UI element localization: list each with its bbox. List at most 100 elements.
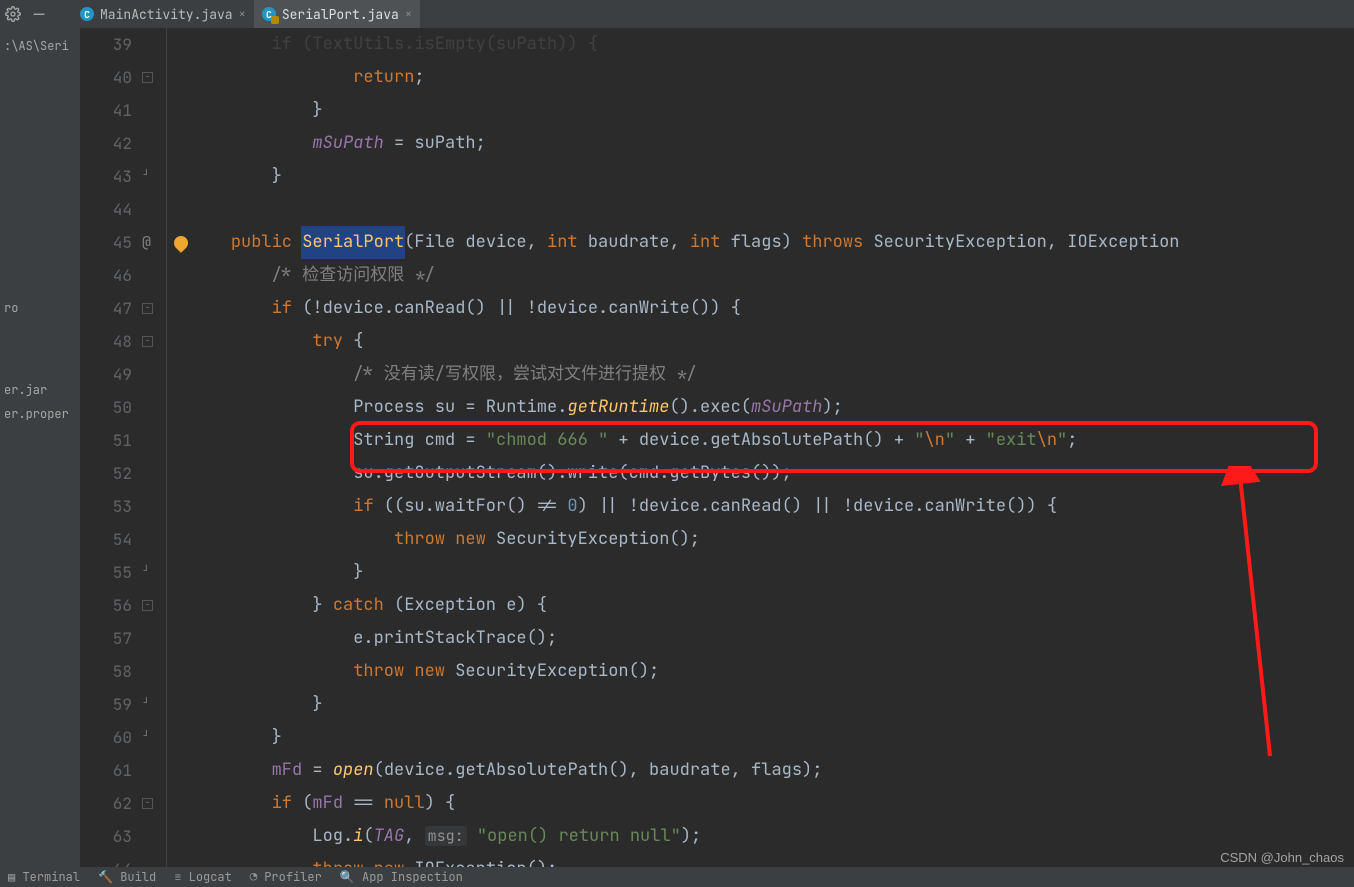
code-line[interactable]: throw new SecurityException(); <box>190 655 1354 688</box>
fold-toggle-icon[interactable]: ┘ <box>142 733 151 742</box>
code-line[interactable]: e.printStackTrace(); <box>190 622 1354 655</box>
fold-toggle-icon[interactable]: ┘ <box>142 568 151 577</box>
code-line[interactable]: throw new SecurityException(); <box>190 523 1354 556</box>
close-icon[interactable]: × <box>239 6 246 22</box>
intention-bulb-icon[interactable] <box>171 233 191 253</box>
code-line[interactable]: /* 检查访问权限 */ <box>190 259 1354 292</box>
tool-window-button[interactable]: 🔨 Build <box>98 869 156 885</box>
line-number: 50 <box>80 391 138 424</box>
line-number: 41 <box>80 94 138 127</box>
code-line[interactable]: } <box>190 160 1354 193</box>
gutter <box>138 259 190 292</box>
line-number: 52 <box>80 457 138 490</box>
gutter: ┘ <box>138 688 190 721</box>
fold-toggle-icon[interactable]: ┘ <box>142 700 151 709</box>
line-number: 43 <box>80 160 138 193</box>
code-line[interactable]: Log.i(TAG, msg: "open() return null"); <box>190 820 1354 853</box>
gutter <box>138 94 190 127</box>
gutter: - <box>138 325 190 358</box>
code-line[interactable]: if (TextUtils.isEmpty(suPath)) { <box>190 28 1354 61</box>
line-number: 44 <box>80 193 138 226</box>
line-number: 45 <box>80 226 138 259</box>
tool-window-button[interactable]: ▤ Terminal <box>8 869 80 885</box>
tab-mainactivity[interactable]: C MainActivity.java × <box>72 0 254 28</box>
project-path: :\AS\Seri <box>4 38 84 54</box>
gutter <box>138 358 190 391</box>
gutter: - <box>138 787 190 820</box>
tab-serialport[interactable]: C SerialPort.java × <box>254 0 420 28</box>
gutter <box>138 193 190 226</box>
line-number: 57 <box>80 622 138 655</box>
gutter: ┘ <box>138 160 190 193</box>
status-bar: ▤ Terminal 🔨 Build ≡ Logcat ◔ Profiler 🔍… <box>0 867 1354 887</box>
fold-toggle-icon[interactable]: - <box>142 336 153 347</box>
tab-bar: — C MainActivity.java × C SerialPort.jav… <box>0 0 1354 28</box>
line-number: 62 <box>80 787 138 820</box>
code-editor[interactable]: 39 if (TextUtils.isEmpty(suPath)) {40- r… <box>80 28 1354 867</box>
code-line[interactable]: if (mFd == null) { <box>190 787 1354 820</box>
code-line[interactable]: } <box>190 721 1354 754</box>
code-line[interactable]: } <box>190 556 1354 589</box>
tool-window-button[interactable]: ≡ Logcat <box>174 869 232 885</box>
gutter <box>138 424 190 457</box>
java-class-icon: C <box>80 7 94 21</box>
gutter <box>138 523 190 556</box>
line-number: 64 <box>80 853 138 867</box>
code-line[interactable] <box>190 193 1354 226</box>
code-line[interactable]: try { <box>190 325 1354 358</box>
code-line[interactable]: mSuPath = suPath; <box>190 127 1354 160</box>
close-icon[interactable]: × <box>405 6 412 22</box>
fold-toggle-icon[interactable]: - <box>142 600 153 611</box>
code-line[interactable]: if (!device.canRead() || !device.canWrit… <box>190 292 1354 325</box>
settings-icon[interactable] <box>4 5 22 23</box>
gutter <box>138 457 190 490</box>
code-line[interactable]: return; <box>190 61 1354 94</box>
code-line[interactable]: } catch (Exception e) { <box>190 589 1354 622</box>
gutter: - <box>138 589 190 622</box>
gutter <box>138 622 190 655</box>
line-number: 61 <box>80 754 138 787</box>
line-number: 58 <box>80 655 138 688</box>
line-number: 39 <box>80 28 138 61</box>
gutter: ┘ <box>138 556 190 589</box>
line-number: 46 <box>80 259 138 292</box>
fold-toggle-icon[interactable]: ┘ <box>142 172 151 181</box>
collapse-icon[interactable]: — <box>30 5 48 23</box>
tool-window-button[interactable]: 🔍 App Inspection <box>340 869 463 885</box>
gutter <box>138 391 190 424</box>
code-line[interactable]: Process su = Runtime.getRuntime().exec(m… <box>190 391 1354 424</box>
tool-window-button[interactable]: ◔ Profiler <box>250 869 322 885</box>
line-number: 47 <box>80 292 138 325</box>
line-number: 53 <box>80 490 138 523</box>
fold-toggle-icon[interactable]: - <box>142 303 153 314</box>
code-line[interactable]: String cmd = "chmod 666 " + device.getAb… <box>190 424 1354 457</box>
project-tool-window[interactable]: :\AS\Seri ro er.jar er.proper <box>0 28 88 867</box>
fold-toggle-icon[interactable]: - <box>142 798 153 809</box>
tab-label: SerialPort.java <box>282 6 399 23</box>
line-number: 60 <box>80 721 138 754</box>
tab-label: MainActivity.java <box>100 6 233 23</box>
gutter: @ <box>138 226 190 259</box>
line-number: 49 <box>80 358 138 391</box>
fold-toggle-icon[interactable]: - <box>142 72 153 83</box>
gutter <box>138 853 190 867</box>
gutter: ┘ <box>138 721 190 754</box>
code-line[interactable]: su.getOutputStream().write(cmd.getBytes(… <box>190 457 1354 490</box>
code-line[interactable]: if ((su.waitFor() != 0) || !device.canRe… <box>190 490 1354 523</box>
gutter <box>138 820 190 853</box>
line-number: 56 <box>80 589 138 622</box>
line-number: 54 <box>80 523 138 556</box>
code-line[interactable]: public SerialPort(File device, int baudr… <box>190 226 1354 259</box>
line-number: 59 <box>80 688 138 721</box>
code-line[interactable]: } <box>190 688 1354 721</box>
code-line[interactable]: /* 没有读/写权限，尝试对文件进行提权 */ <box>190 358 1354 391</box>
project-node: ro <box>4 300 84 316</box>
line-number: 51 <box>80 424 138 457</box>
gutter <box>138 127 190 160</box>
project-node: er.proper <box>4 406 84 422</box>
line-number: 63 <box>80 820 138 853</box>
code-line[interactable]: } <box>190 94 1354 127</box>
line-number: 48 <box>80 325 138 358</box>
code-line[interactable]: mFd = open(device.getAbsolutePath(), bau… <box>190 754 1354 787</box>
code-line[interactable]: throw new IOException(); <box>190 853 1354 867</box>
